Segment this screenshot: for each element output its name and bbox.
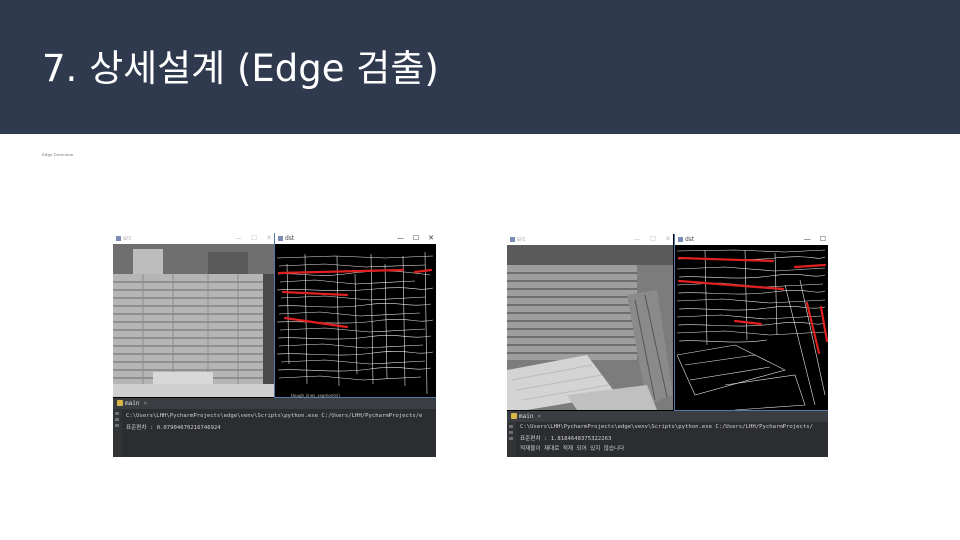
run-console: main × C:\Users\LHH\PycharmProjects\edge\…: [507, 411, 828, 457]
console-line: 적재물이 제대로 적재 되어 있지 않습니다: [520, 446, 625, 452]
run-tab-bar: main ×: [507, 411, 828, 422]
window-app-icon: [678, 237, 683, 242]
src-window[interactable]: src — ☐ ✕: [113, 233, 274, 397]
window-app-icon: [510, 237, 515, 242]
src-window[interactable]: src — ☐ ✕: [507, 234, 673, 410]
screenshot-right: src — ☐ ✕ dst — ☐ main × C:\Users\LHH\Py…: [507, 234, 828, 457]
slide-title: 7. 상세설계 (Edge 검출): [42, 47, 439, 90]
close-icon[interactable]: ✕: [266, 233, 272, 244]
title-header: 7. 상세설계 (Edge 검출): [0, 0, 960, 134]
close-icon[interactable]: ✕: [428, 233, 434, 244]
dst-window[interactable]: dst — ☐ ✕: [274, 233, 436, 398]
window-title: dst: [685, 236, 695, 243]
minimize-icon[interactable]: —: [397, 233, 404, 244]
window-title: dst: [285, 235, 295, 242]
dst-window[interactable]: dst — ☐: [674, 234, 828, 411]
python-icon: [117, 400, 123, 406]
console-line: 표준편차 : 1.8184648375322263: [520, 436, 612, 442]
window-caption: Hough_lines_segments(): [291, 393, 341, 398]
console-toolbar: [507, 422, 516, 457]
maximize-icon[interactable]: ☐: [820, 234, 826, 245]
minimize-icon[interactable]: —: [804, 234, 811, 245]
minimize-icon[interactable]: —: [235, 233, 242, 244]
src-grayscale-image: [113, 244, 274, 397]
dst-window-titlebar[interactable]: dst — ☐ ✕: [275, 233, 436, 244]
console-toolbar: [113, 409, 122, 457]
dst-edge-image: [675, 245, 828, 410]
console-line: 표준편차 : 0.07904670216746924: [126, 425, 221, 431]
src-grayscale-image: [507, 245, 673, 410]
dst-edge-image: [275, 244, 436, 397]
src-window-titlebar[interactable]: src — ☐ ✕: [507, 234, 673, 245]
tab-close-icon[interactable]: ×: [143, 400, 147, 407]
run-tab-label[interactable]: main: [125, 400, 139, 407]
python-icon: [511, 413, 517, 419]
dst-window-titlebar[interactable]: dst — ☐: [675, 234, 828, 245]
window-title: src: [123, 235, 132, 242]
maximize-icon[interactable]: ☐: [251, 233, 257, 244]
tab-close-icon[interactable]: ×: [537, 413, 541, 420]
slide-subtitle: Edge Detection: [42, 152, 74, 157]
run-tab-label[interactable]: main: [519, 413, 533, 420]
window-title: src: [517, 236, 526, 243]
window-app-icon: [116, 236, 121, 241]
close-icon[interactable]: ✕: [665, 234, 671, 245]
run-tab-bar: main ×: [113, 398, 436, 409]
maximize-icon[interactable]: ☐: [413, 233, 419, 244]
window-app-icon: [278, 236, 283, 241]
console-line: C:\Users\LHH\PycharmProjects\edge\venv\S…: [126, 413, 423, 419]
maximize-icon[interactable]: ☐: [650, 234, 656, 245]
screenshot-left: src — ☐ ✕ dst — ☐ ✕ main × C:\Users\LHH\…: [113, 233, 436, 457]
console-line: C:\Users\LHH\PycharmProjects\edge\venv\S…: [520, 424, 813, 430]
run-console: main × C:\Users\LHH\PycharmProjects\edge\…: [113, 398, 436, 457]
src-window-titlebar[interactable]: src — ☐ ✕: [113, 233, 274, 244]
minimize-icon[interactable]: —: [634, 234, 641, 245]
